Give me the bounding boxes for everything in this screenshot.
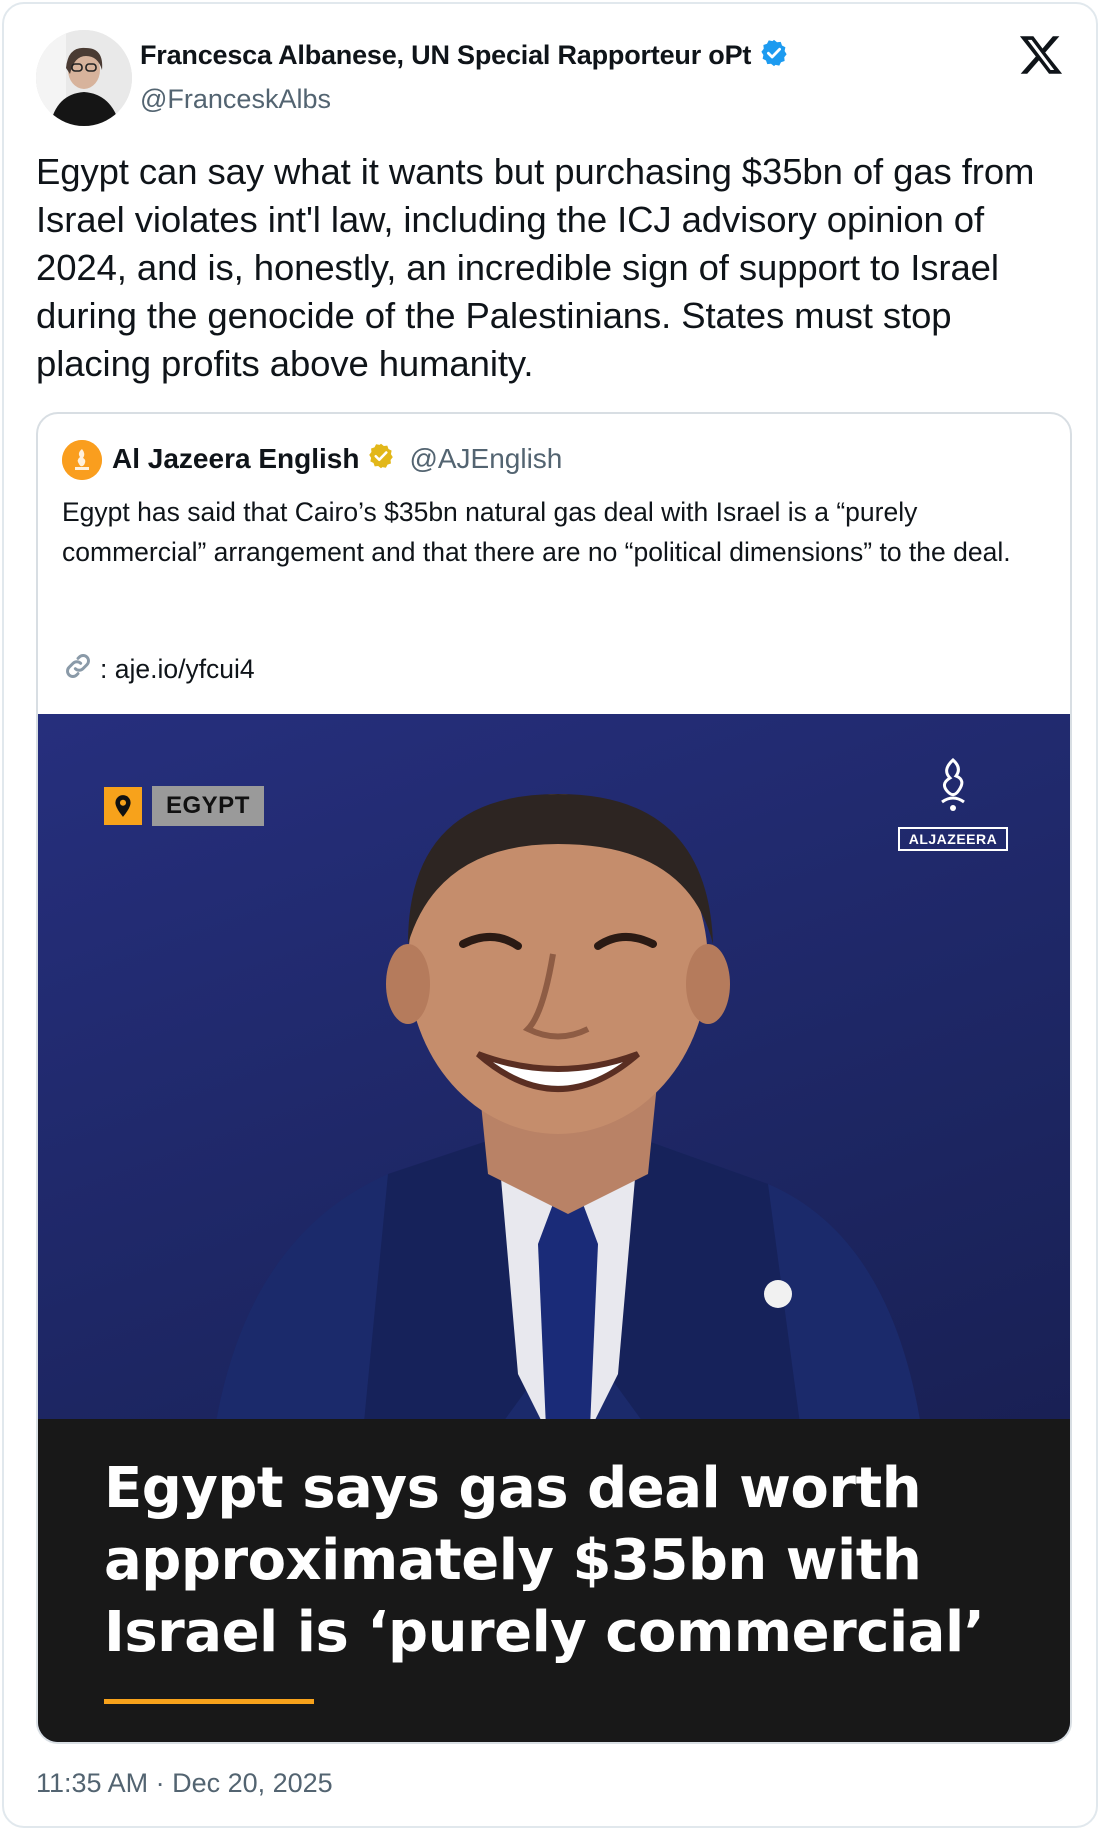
- media-headline: Egypt says gas deal worth approximately …: [104, 1456, 985, 1665]
- quote-media-image[interactable]: EGYPT ALJAZEERA Egypt says gas deal wort…: [38, 714, 1070, 1742]
- author-avatar[interactable]: [36, 30, 132, 126]
- link-icon: [62, 650, 94, 689]
- tweet-text: Egypt can say what it wants but purchasi…: [36, 151, 1035, 384]
- quote-handle[interactable]: @AJEnglish: [409, 443, 562, 475]
- headline-band: Egypt says gas deal worth approximately …: [38, 1419, 1070, 1742]
- headline-accent-bar: [104, 1699, 314, 1704]
- quote-name-row: Al Jazeera English @AJEnglish: [112, 442, 562, 475]
- tweet-timestamp[interactable]: 11:35 AM · Dec 20, 2025: [36, 1768, 333, 1799]
- tweet-card: Francesca Albanese, UN Special Rapporteu…: [2, 2, 1098, 1828]
- author-name-row[interactable]: Francesca Albanese, UN Special Rapporteu…: [140, 38, 789, 73]
- x-logo-icon[interactable]: [1018, 32, 1064, 78]
- quoted-tweet[interactable]: Al Jazeera English @AJEnglish Egypt has …: [36, 412, 1072, 1744]
- aljazeera-emblem-icon: [941, 757, 965, 811]
- quote-text: Egypt has said that Cairo’s $35bn natura…: [62, 497, 1011, 567]
- verified-badge-icon: [759, 38, 789, 73]
- person-photo: [208, 794, 928, 1484]
- quote-link[interactable]: : aje.io/yfcui4: [62, 650, 255, 689]
- quote-author-avatar[interactable]: [62, 440, 102, 480]
- author-handle[interactable]: @FranceskAlbs: [140, 84, 331, 115]
- quote-link-text[interactable]: : aje.io/yfcui4: [100, 654, 255, 685]
- location-pin-icon: [104, 787, 142, 825]
- quote-display-name[interactable]: Al Jazeera English: [112, 443, 359, 475]
- author-display-name[interactable]: Francesca Albanese, UN Special Rapporteu…: [140, 40, 751, 71]
- verified-badge-icon: [367, 442, 395, 475]
